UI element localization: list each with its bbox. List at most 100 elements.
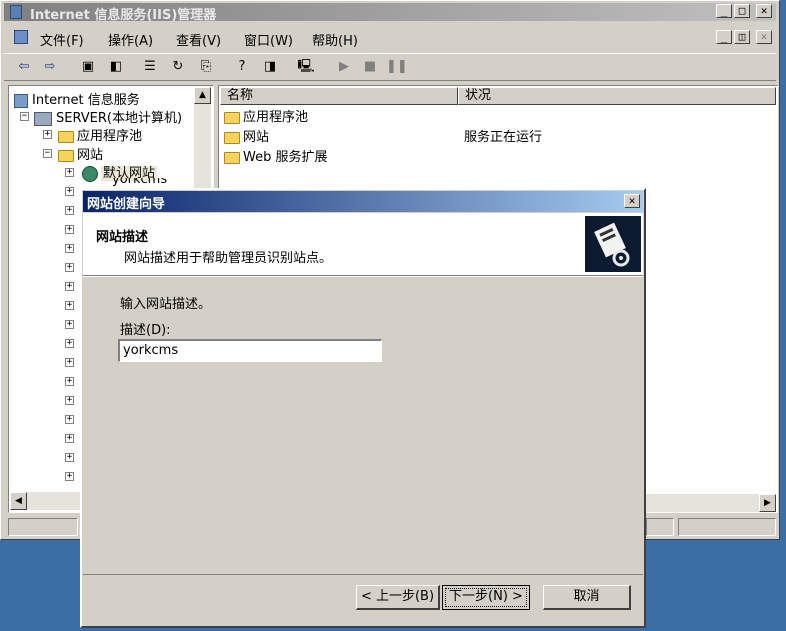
list-row-name: 应用程序池: [243, 110, 309, 125]
expander-site[interactable]: +: [65, 225, 74, 234]
menu-help[interactable]: 帮助(H): [312, 30, 358, 49]
book-gear-icon: [594, 222, 630, 267]
tree-websites-item[interactable]: 网站: [58, 144, 103, 163]
wizard-titlebar[interactable]: 网站创建向导: [83, 191, 643, 212]
wizard-footer-separator: [83, 574, 643, 575]
status-bar-mid: [646, 518, 674, 536]
wizard-header-separator: [83, 276, 643, 277]
wizard-close-button[interactable]: ✕: [624, 194, 640, 208]
tree-app-pools-label: 应用程序池: [77, 129, 143, 144]
expander-site[interactable]: +: [65, 244, 74, 253]
expander-site[interactable]: +: [65, 453, 74, 462]
menu-view[interactable]: 查看(V): [176, 30, 221, 49]
folder-icon: [224, 131, 240, 144]
expander-site[interactable]: +: [65, 377, 74, 386]
cancel-button[interactable]: 取消: [543, 585, 631, 610]
stop-icon[interactable]: ■: [360, 57, 380, 77]
status-bar-right: [678, 518, 776, 536]
expander-server[interactable]: −: [20, 112, 29, 121]
refresh-icon[interactable]: ↻: [168, 57, 188, 77]
export-list-icon[interactable]: ⎘: [196, 57, 216, 77]
up-folder-icon[interactable]: ▣: [78, 57, 98, 77]
tree-hidden-site-label[interactable]: yorkcms: [112, 178, 167, 187]
tree-root-item[interactable]: Internet 信息服务: [14, 89, 140, 108]
expander-site[interactable]: +: [65, 415, 74, 424]
list-scroll-right-button[interactable]: ▶: [759, 494, 776, 512]
wizard-instruction: 输入网站描述。: [120, 297, 212, 312]
computer-icon[interactable]: 🖳: [296, 57, 316, 77]
folder-icon: [224, 111, 240, 124]
folder-icon: [58, 149, 74, 162]
pause-icon[interactable]: ❚❚: [386, 57, 408, 77]
tree-root-label: Internet 信息服务: [32, 93, 140, 108]
menu-action[interactable]: 操作(A): [108, 30, 153, 49]
wizard-header-title: 网站描述: [96, 230, 149, 245]
next-button[interactable]: 下一步(N) >: [442, 585, 530, 610]
menu-window[interactable]: 窗口(W): [244, 30, 293, 49]
column-header-status[interactable]: 状况: [458, 87, 776, 105]
window-title: Internet 信息服务(IIS)管理器: [30, 8, 217, 23]
list-row[interactable]: 网站: [224, 126, 269, 145]
description-label: 描述(D):: [120, 323, 171, 338]
close-button[interactable]: ✕: [756, 4, 772, 18]
status-bar-left: [8, 518, 78, 536]
menu-file[interactable]: 文件(F): [40, 30, 84, 49]
expander-site[interactable]: +: [65, 301, 74, 310]
maximize-button[interactable]: □: [734, 4, 750, 18]
tree-app-pools-item[interactable]: 应用程序池: [58, 125, 142, 144]
expander-app-pools[interactable]: +: [43, 130, 52, 139]
column-status-label: 状况: [465, 88, 492, 103]
expander-site[interactable]: +: [65, 339, 74, 348]
window-titlebar[interactable]: Internet 信息服务(IIS)管理器: [4, 3, 776, 23]
tree-server-label: SERVER(本地计算机): [56, 111, 183, 126]
expander-websites[interactable]: −: [43, 149, 52, 158]
description-input-value: yorkcms: [123, 343, 179, 358]
expander-site[interactable]: +: [65, 358, 74, 367]
expander-site[interactable]: +: [65, 434, 74, 443]
wizard-title: 网站创建向导: [87, 197, 166, 212]
expander-site[interactable]: +: [65, 206, 74, 215]
expander-site[interactable]: +: [65, 320, 74, 329]
list-hscrollbar[interactable]: ▶: [646, 494, 776, 512]
iis-icon: [14, 93, 28, 108]
tree-scroll-left-button[interactable]: ◀: [10, 492, 27, 510]
minimize-button[interactable]: _: [716, 4, 732, 18]
show-tree-icon[interactable]: ◧: [106, 57, 126, 77]
tree-websites-label: 网站: [77, 148, 104, 163]
forward-arrow-icon[interactable]: ⇨: [40, 57, 60, 77]
child-close-button[interactable]: ✕: [756, 30, 772, 44]
expander-site[interactable]: +: [65, 396, 74, 405]
child-restore-button[interactable]: ◫: [734, 30, 750, 44]
child-minimize-button[interactable]: _: [716, 30, 732, 44]
expander-site[interactable]: +: [65, 263, 74, 272]
wizard-graphic-icon: [585, 216, 641, 272]
list-row-status: 服务正在运行: [464, 130, 543, 145]
globe-icon: [82, 165, 98, 182]
play-icon[interactable]: ▶: [334, 57, 354, 77]
folder-icon: [224, 151, 240, 164]
properties-icon[interactable]: ☰: [140, 57, 160, 77]
list-row[interactable]: Web 服务扩展: [224, 146, 327, 165]
tree-server-item[interactable]: SERVER(本地计算机): [34, 107, 182, 126]
menu-app-icon: [14, 30, 28, 44]
expander-site[interactable]: +: [65, 472, 74, 481]
wizard-header: [83, 213, 643, 276]
back-button[interactable]: < 上一步(B): [356, 585, 440, 610]
column-header-name[interactable]: 名称: [220, 87, 458, 105]
back-arrow-icon[interactable]: ⇦: [14, 57, 34, 77]
column-name-label: 名称: [227, 88, 254, 103]
description-input[interactable]: yorkcms: [118, 339, 382, 362]
tree-scroll-up-button[interactable]: ▲: [194, 87, 211, 104]
details-view-icon[interactable]: ◨: [260, 57, 280, 77]
list-row-name: 网站: [243, 130, 270, 145]
wizard-header-subtitle: 网站描述用于帮助管理员识别站点。: [124, 251, 333, 266]
folder-icon: [58, 130, 74, 143]
app-icon: [10, 5, 22, 19]
list-row-name: Web 服务扩展: [243, 150, 328, 165]
list-row[interactable]: 应用程序池: [224, 106, 308, 125]
expander-site[interactable]: +: [65, 282, 74, 291]
server-icon: [34, 111, 52, 126]
help-icon[interactable]: ?: [232, 57, 252, 77]
expander-default-site[interactable]: +: [65, 168, 74, 177]
expander-site[interactable]: +: [65, 187, 74, 196]
